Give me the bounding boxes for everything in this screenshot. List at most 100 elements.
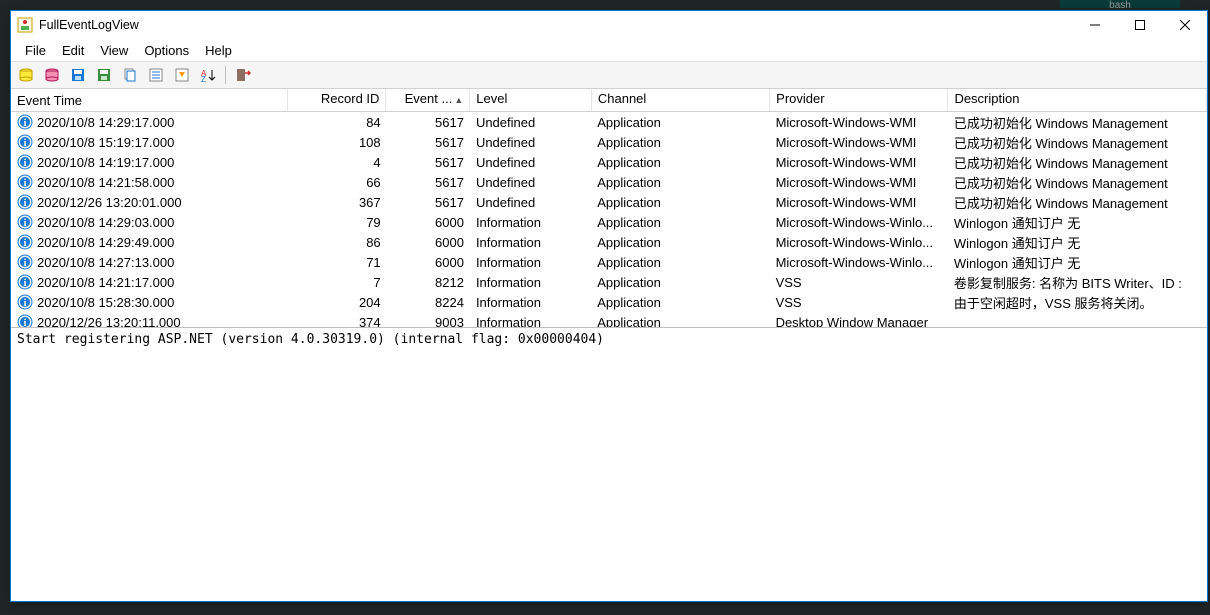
- exit-icon[interactable]: [232, 64, 254, 86]
- col-channel[interactable]: Channel: [592, 89, 770, 111]
- cell-time: 2020/10/8 15:28:30.000: [37, 295, 174, 310]
- cell-desc: Winlogon 通知订户 无: [948, 253, 1207, 272]
- col-record-id[interactable]: Record ID: [288, 89, 386, 111]
- cell-provider: Microsoft-Windows-WMI: [770, 115, 948, 130]
- cell-event: 5617: [387, 115, 470, 130]
- cell-provider: Desktop Window Manager: [770, 315, 948, 329]
- svg-text:i: i: [24, 238, 27, 249]
- sort-asc-icon: ▲: [454, 95, 463, 105]
- cell-time: 2020/10/8 14:19:17.000: [37, 155, 174, 170]
- cell-desc: 已成功初始化 Windows Management: [948, 153, 1207, 172]
- open-file-icon[interactable]: [15, 64, 37, 86]
- svg-text:i: i: [24, 158, 27, 169]
- save-icon[interactable]: [67, 64, 89, 86]
- cell-channel: Application: [591, 275, 769, 290]
- svg-text:i: i: [24, 138, 27, 149]
- cell-provider: Microsoft-Windows-Winlo...: [770, 235, 948, 250]
- table-row[interactable]: i2020/10/8 14:29:17.000845617UndefinedAp…: [11, 112, 1207, 132]
- cell-level: Information: [470, 275, 591, 290]
- table-row[interactable]: i2020/10/8 15:28:30.0002048224Informatio…: [11, 292, 1207, 312]
- close-button[interactable]: [1162, 11, 1207, 39]
- cell-channel: Application: [591, 115, 769, 130]
- menu-help[interactable]: Help: [197, 41, 240, 60]
- cell-record: 66: [289, 175, 387, 190]
- cell-time: 2020/10/8 15:19:17.000: [37, 135, 174, 150]
- info-icon: i: [17, 314, 33, 328]
- maximize-button[interactable]: [1117, 11, 1162, 39]
- info-icon: i: [17, 254, 33, 270]
- cell-event: 5617: [387, 175, 470, 190]
- details-pane[interactable]: Start registering ASP.NET (version 4.0.3…: [11, 328, 1207, 601]
- cell-provider: Microsoft-Windows-Winlo...: [770, 255, 948, 270]
- cell-provider: Microsoft-Windows-WMI: [770, 195, 948, 210]
- cell-record: 84: [289, 115, 387, 130]
- table-row[interactable]: i2020/12/26 13:20:11.0003749003Informati…: [11, 312, 1207, 328]
- copy-icon[interactable]: [119, 64, 141, 86]
- cell-event: 5617: [387, 135, 470, 150]
- titlebar[interactable]: FullEventLogView: [11, 11, 1207, 39]
- save-selected-icon[interactable]: [93, 64, 115, 86]
- cell-channel: Application: [591, 255, 769, 270]
- svg-text:i: i: [24, 258, 27, 269]
- cell-time: 2020/10/8 14:29:03.000: [37, 215, 174, 230]
- table-row[interactable]: i2020/10/8 14:21:17.00078212InformationA…: [11, 272, 1207, 292]
- table-row[interactable]: i2020/10/8 14:29:03.000796000Information…: [11, 212, 1207, 232]
- col-provider[interactable]: Provider: [770, 89, 948, 111]
- table-row[interactable]: i2020/10/8 14:27:13.000716000Information…: [11, 252, 1207, 272]
- menu-edit[interactable]: Edit: [54, 41, 92, 60]
- info-icon: i: [17, 194, 33, 210]
- open-stream-icon[interactable]: [41, 64, 63, 86]
- info-icon: i: [17, 214, 33, 230]
- cell-event: 5617: [387, 155, 470, 170]
- info-icon: i: [17, 134, 33, 150]
- table-row[interactable]: i2020/10/8 14:29:49.000866000Information…: [11, 232, 1207, 252]
- col-level[interactable]: Level: [470, 89, 592, 111]
- col-event-id[interactable]: Event ...▲: [386, 89, 470, 111]
- cell-channel: Application: [591, 215, 769, 230]
- cell-provider: Microsoft-Windows-Winlo...: [770, 215, 948, 230]
- options-icon[interactable]: [171, 64, 193, 86]
- cell-provider: Microsoft-Windows-WMI: [770, 155, 948, 170]
- cell-desc: 已成功初始化 Windows Management: [948, 133, 1207, 152]
- cell-provider: VSS: [770, 275, 948, 290]
- cell-provider: VSS: [770, 295, 948, 310]
- cell-desc: Winlogon 通知订户 无: [948, 233, 1207, 252]
- cell-time: 2020/12/26 13:20:01.000: [37, 195, 182, 210]
- app-icon: [17, 17, 33, 33]
- col-description[interactable]: Description: [948, 89, 1207, 111]
- cell-channel: Application: [591, 295, 769, 310]
- table-row[interactable]: i2020/10/8 14:21:58.000665617UndefinedAp…: [11, 172, 1207, 192]
- sort-icon[interactable]: AZ: [197, 64, 219, 86]
- menu-options[interactable]: Options: [136, 41, 197, 60]
- cell-desc: 已成功初始化 Windows Management: [948, 193, 1207, 212]
- table-row[interactable]: i2020/12/26 13:20:01.0003675617Undefined…: [11, 192, 1207, 212]
- info-icon: i: [17, 294, 33, 310]
- svg-text:i: i: [24, 318, 27, 328]
- minimize-button[interactable]: [1072, 11, 1117, 39]
- main-window: FullEventLogView File Edit View Options …: [10, 10, 1208, 602]
- cell-event: 6000: [387, 255, 470, 270]
- cell-time: 2020/10/8 14:29:49.000: [37, 235, 174, 250]
- properties-icon[interactable]: [145, 64, 167, 86]
- cell-level: Information: [470, 215, 591, 230]
- info-icon: i: [17, 274, 33, 290]
- col-event-time[interactable]: Event Time: [11, 89, 288, 111]
- external-window-title: bash: [1060, 0, 1180, 8]
- cell-provider: Microsoft-Windows-WMI: [770, 175, 948, 190]
- menubar: File Edit View Options Help: [11, 39, 1207, 61]
- svg-text:i: i: [24, 198, 27, 209]
- cell-event: 6000: [387, 215, 470, 230]
- column-headers: Event Time Record ID Event ...▲ Level Ch…: [11, 89, 1207, 112]
- cell-channel: Application: [591, 195, 769, 210]
- cell-level: Undefined: [470, 115, 591, 130]
- window-title: FullEventLogView: [39, 18, 1072, 32]
- cell-desc: 由于空闲超时，VSS 服务将关闭。: [948, 293, 1207, 312]
- menu-file[interactable]: File: [17, 41, 54, 60]
- cell-record: 204: [289, 295, 387, 310]
- cell-channel: Application: [591, 155, 769, 170]
- menu-view[interactable]: View: [92, 41, 136, 60]
- cell-desc: 已成功初始化 Windows Management: [948, 173, 1207, 192]
- event-list[interactable]: i2020/10/8 14:29:17.000845617UndefinedAp…: [11, 112, 1207, 328]
- table-row[interactable]: i2020/10/8 14:19:17.00045617UndefinedApp…: [11, 152, 1207, 172]
- table-row[interactable]: i2020/10/8 15:19:17.0001085617UndefinedA…: [11, 132, 1207, 152]
